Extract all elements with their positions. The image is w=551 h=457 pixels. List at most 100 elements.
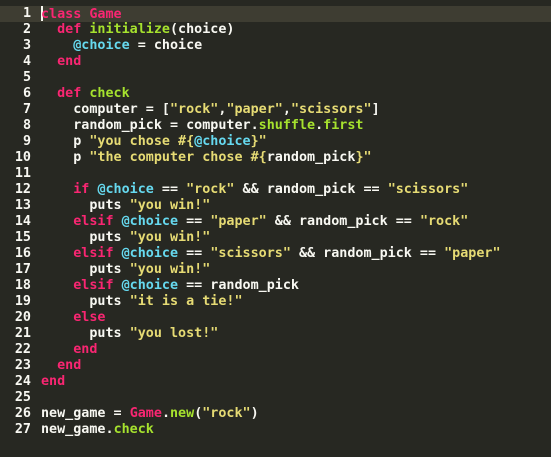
code-line[interactable]: 21 puts "you lost!" — [0, 326, 551, 342]
code-text: end — [41, 358, 81, 374]
code-line[interactable]: 9 p "you chose #{@choice}" — [0, 134, 551, 150]
code-line[interactable]: 5 — [0, 70, 551, 86]
code-line[interactable]: 7 computer = ["rock","paper","scissors"] — [0, 102, 551, 118]
code-token: first — [323, 118, 364, 133]
line-number: 2 — [22, 22, 31, 37]
code-line[interactable]: 12 if @choice == "rock" && random_pick =… — [0, 182, 551, 198]
code-line[interactable]: 18 elsif @choice == random_pick — [0, 278, 551, 294]
code-text: puts "you win!" — [41, 262, 210, 278]
code-line[interactable]: 16 elsif @choice == "scissors" && random… — [0, 246, 551, 262]
code-line[interactable]: 11 — [0, 166, 551, 182]
code-token: puts — [41, 262, 130, 277]
code-line[interactable]: 25 — [0, 390, 551, 406]
code-token: initialize — [89, 22, 170, 37]
code-text: if @choice == "rock" && random_pick == "… — [41, 182, 468, 198]
code-line[interactable]: 2 def initialize(choice) — [0, 22, 551, 38]
line-number: 4 — [22, 54, 31, 69]
line-number: 15 — [14, 230, 31, 245]
line-number: 17 — [14, 262, 31, 277]
code-token: "you win!" — [129, 262, 211, 277]
code-text: puts "you win!" — [41, 230, 210, 246]
code-text: puts "you win!" — [41, 198, 210, 214]
code-line[interactable]: 17 puts "you win!" — [0, 262, 551, 278]
code-text: end — [41, 374, 65, 390]
code-line[interactable]: 3 @choice = choice — [0, 38, 551, 54]
code-token: == — [178, 214, 211, 229]
code-token: elsif — [73, 278, 114, 293]
code-line[interactable]: 14 elsif @choice == "paper" && random_pi… — [0, 214, 551, 230]
code-line[interactable]: 10 p "the computer chose #{random_pick}" — [0, 150, 551, 166]
code-text: p "the computer chose #{random_pick}" — [41, 150, 372, 166]
code-token: puts — [41, 294, 130, 309]
code-token: computer = [ — [41, 102, 170, 117]
code-line[interactable]: 19 puts "it is a tie!" — [0, 294, 551, 310]
code-line[interactable]: 26 new_game = Game.new("rock") — [0, 406, 551, 422]
code-editor[interactable]: 1 class Game 2 def initialize(choice) 3 @ch… — [0, 0, 551, 457]
code-line[interactable]: 4 end — [0, 54, 551, 70]
code-token: == — [153, 182, 187, 197]
code-token: class — [41, 7, 82, 22]
code-text: elsif @choice == random_pick — [41, 278, 299, 294]
code-token: "rock" — [419, 214, 469, 229]
code-token: "paper" — [226, 102, 283, 117]
code-token: "paper" — [444, 246, 501, 261]
code-token: p — [41, 150, 90, 165]
code-token: "you win!" — [129, 198, 211, 213]
line-number: 14 — [14, 214, 31, 229]
code-token: check — [89, 86, 130, 101]
code-token: "rock" — [170, 102, 219, 117]
code-token: && random_pick == — [290, 246, 445, 261]
code-text: def initialize(choice) — [41, 22, 234, 38]
code-line[interactable]: 22 end — [0, 342, 551, 358]
code-line[interactable]: 27 new_game.check — [0, 422, 551, 438]
code-token: puts — [41, 230, 130, 245]
line-number: 19 — [14, 294, 31, 309]
line-number: 20 — [14, 310, 31, 325]
code-token: = choice — [129, 38, 203, 53]
line-number: 10 — [14, 150, 31, 165]
code-text: end — [41, 54, 81, 70]
code-token: }" — [250, 134, 267, 149]
code-token: if — [73, 182, 90, 197]
code-token: new_game = — [41, 406, 130, 421]
code-token: @choice — [121, 246, 179, 261]
code-line[interactable]: 1 class Game — [0, 6, 551, 22]
code-line[interactable]: 8 random_pick = computer.shuffle.first — [0, 118, 551, 134]
code-token: check — [113, 422, 154, 437]
line-number: 11 — [14, 166, 31, 181]
code-token: }" — [355, 150, 372, 165]
code-token: ) — [250, 406, 259, 421]
code-text: else — [41, 310, 105, 326]
code-line[interactable]: 24 end — [0, 374, 551, 390]
line-number: 23 — [14, 358, 31, 373]
code-line[interactable]: 13 puts "you win!" — [0, 198, 551, 214]
code-token: . — [315, 118, 324, 133]
code-line[interactable]: 20 else — [0, 310, 551, 326]
code-token: && random_pick == — [266, 214, 420, 229]
code-token: && random_pick == — [234, 182, 388, 197]
line-number: 7 — [22, 102, 31, 117]
code-token: == random_pick — [178, 278, 299, 293]
code-token: "it is a tie!" — [129, 294, 243, 309]
code-text: p "you chose #{@choice}" — [41, 134, 267, 150]
line-number: 5 — [22, 70, 31, 85]
line-number: 8 — [22, 118, 31, 133]
code-token: , — [282, 102, 291, 117]
code-token: @choice — [194, 134, 251, 149]
code-text: computer = ["rock","paper","scissors"] — [41, 102, 379, 118]
line-number: 24 — [14, 374, 31, 389]
code-line[interactable]: 15 puts "you win!" — [0, 230, 551, 246]
code-line[interactable]: 6 def check — [0, 86, 551, 102]
code-line[interactable]: 23 end — [0, 358, 551, 374]
line-number: 6 — [22, 86, 31, 101]
code-token: puts — [41, 198, 130, 213]
